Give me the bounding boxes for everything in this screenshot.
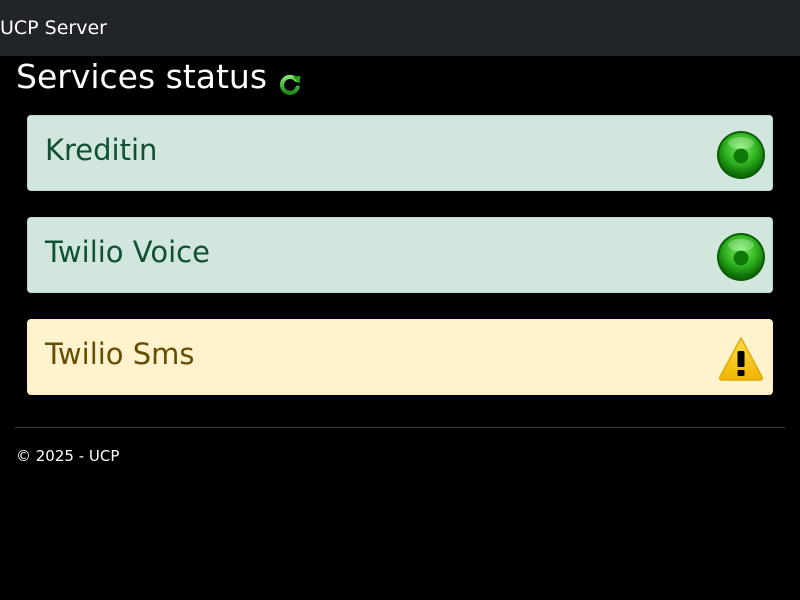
service-card-twilio-voice: Twilio Voice [27, 217, 773, 293]
footer-divider [15, 427, 785, 428]
green-status-light-icon [715, 231, 767, 283]
brand-link[interactable]: UCP Server [0, 15, 107, 41]
warning-triangle-icon [715, 333, 767, 385]
page-title: Services status [16, 56, 303, 98]
refresh-icon[interactable] [277, 66, 303, 95]
service-name: Twilio Sms [45, 337, 195, 371]
service-card-twilio-sms: Twilio Sms [27, 319, 773, 395]
green-status-light-icon [715, 129, 767, 181]
navbar: UCP Server [0, 0, 800, 56]
page-title-text: Services status [16, 57, 268, 96]
service-card-kreditin: Kreditin [27, 115, 773, 191]
service-name: Kreditin [45, 133, 158, 167]
service-name: Twilio Voice [45, 235, 210, 269]
footer-copyright: © 2025 - UCP [16, 447, 120, 465]
